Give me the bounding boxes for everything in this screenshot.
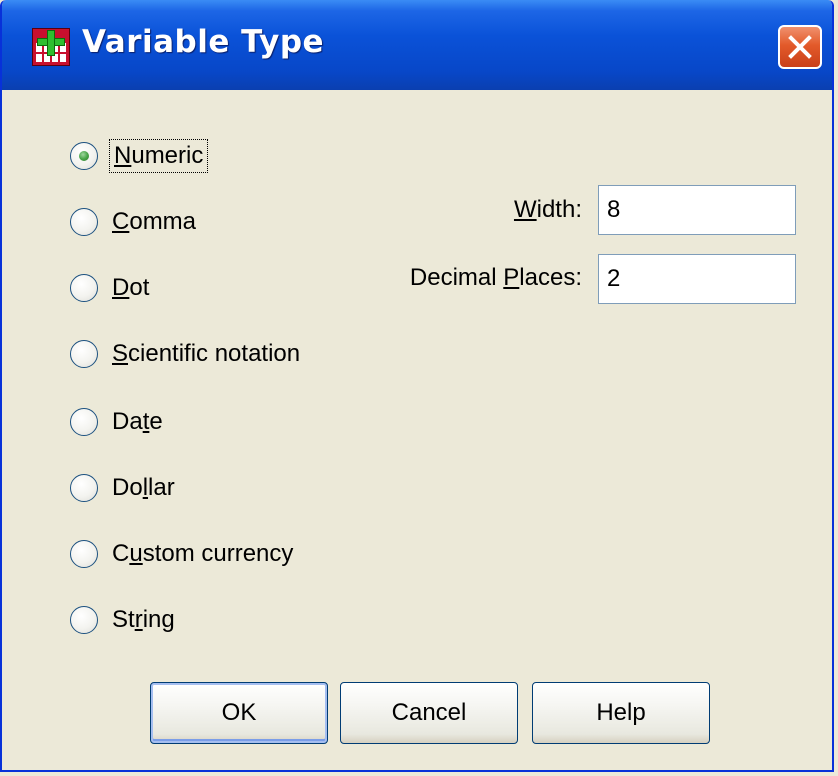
radio-button[interactable] [70, 340, 98, 368]
radio-label-date: Date [112, 408, 163, 435]
radio-numeric[interactable]: Numeric [70, 138, 209, 174]
radio-button[interactable] [70, 606, 98, 634]
radio-button[interactable] [70, 474, 98, 502]
radio-button[interactable] [70, 408, 98, 436]
dialog-title: Variable Type [82, 24, 325, 60]
radio-label-dollar: Dollar [112, 474, 175, 501]
radio-scientific-notation[interactable]: Scientific notation [70, 336, 300, 372]
help-button[interactable]: Help [532, 682, 710, 744]
radio-label-custom-currency: Custom currency [112, 540, 294, 567]
radio-dollar[interactable]: Dollar [70, 470, 175, 506]
radio-dot[interactable]: Dot [70, 270, 149, 306]
decimal-places-input[interactable] [598, 254, 796, 304]
ok-button[interactable]: OK [150, 682, 328, 744]
variable-type-dialog: Variable Type Numeric Comma Dot Scientif… [0, 0, 834, 772]
close-x-icon [788, 35, 812, 59]
radio-string[interactable]: String [70, 602, 175, 638]
radio-button[interactable] [70, 142, 98, 170]
radio-button[interactable] [70, 274, 98, 302]
radio-comma[interactable]: Comma [70, 204, 196, 240]
width-input[interactable] [598, 185, 796, 235]
radio-label-string: String [112, 606, 175, 633]
close-button[interactable] [778, 25, 822, 69]
radio-date[interactable]: Date [70, 404, 163, 440]
radio-button[interactable] [70, 540, 98, 568]
width-label: Width: [513, 196, 582, 223]
radio-label-dot: Dot [112, 274, 150, 301]
spss-data-editor-icon [32, 28, 70, 66]
radio-label-comma: Comma [112, 208, 197, 235]
title-bar[interactable]: Variable Type [2, 0, 832, 90]
cancel-button[interactable]: Cancel [340, 682, 518, 744]
radio-label-scientific-notation: Scientific notation [112, 340, 301, 367]
radio-button[interactable] [70, 208, 98, 236]
decimal-places-label: Decimal Places: [409, 264, 582, 291]
radio-custom-currency[interactable]: Custom currency [70, 536, 293, 572]
radio-label-numeric: Numeric [108, 139, 209, 173]
